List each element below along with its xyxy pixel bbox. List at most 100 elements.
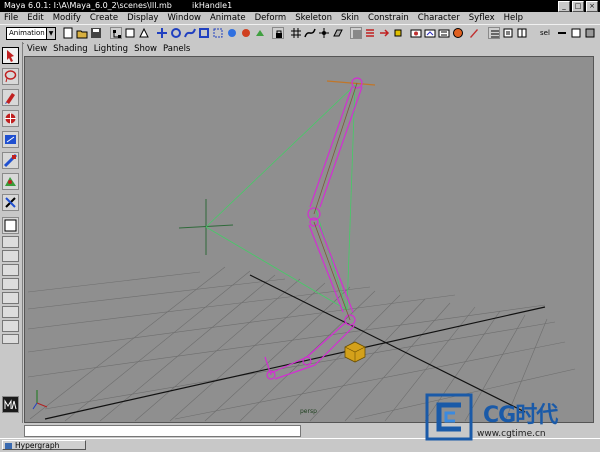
menu-create[interactable]: Create (86, 12, 123, 24)
mask-rendering-icon[interactable] (240, 27, 252, 39)
tool-box (0, 42, 23, 429)
watermark: CG时代 www.cgtime.cn (425, 393, 600, 451)
menu-syflex[interactable]: Syflex (465, 12, 500, 24)
panel-menu-show[interactable]: Show (131, 43, 160, 55)
main-menu-bar: File Edit Modify Create Display Window A… (0, 12, 600, 24)
move-tool-icon[interactable] (2, 110, 19, 127)
layout-hypershade-icon[interactable] (2, 306, 19, 318)
menu-modify[interactable]: Modify (49, 12, 86, 24)
mask-dynamics-icon[interactable] (226, 27, 238, 39)
taskbar-hypergraph-label: Hypergraph (15, 441, 60, 450)
paint-effects-icon[interactable] (468, 27, 480, 39)
layout-more-icon[interactable] (2, 334, 19, 344)
panel-menu-bar: View Shading Lighting Show Panels (24, 43, 600, 55)
menu-character[interactable]: Character (414, 12, 465, 24)
menu-set-selector[interactable]: Animation ▼ (6, 27, 56, 40)
hypershade-icon[interactable] (452, 27, 464, 39)
manipulator-tool-icon[interactable] (2, 173, 19, 190)
menu-help[interactable]: Help (500, 12, 528, 24)
watermark-brand: CG时代 (483, 403, 558, 428)
output-ops-icon[interactable] (378, 27, 390, 39)
maya-logo-icon (2, 396, 19, 413)
chevron-down-icon: ▼ (46, 28, 55, 39)
ik-pole-vector-lines (205, 84, 356, 311)
render-icon[interactable] (410, 27, 422, 39)
rotate-tool-icon[interactable] (2, 131, 19, 148)
menu-set-value: Animation (9, 29, 45, 37)
render-globals-icon[interactable] (438, 27, 450, 39)
select-tool-icon[interactable] (2, 47, 19, 64)
tool-settings-icon[interactable] (502, 27, 514, 39)
attribute-editor-icon[interactable] (488, 27, 500, 39)
mask-joints-icon[interactable] (170, 27, 182, 39)
root-joint-axis (326, 80, 376, 86)
maximize-button[interactable]: □ (572, 1, 584, 12)
lock-selection-icon[interactable] (272, 27, 284, 39)
menu-constrain[interactable]: Constrain (364, 12, 414, 24)
menu-window[interactable]: Window (163, 12, 206, 24)
input-ops-icon[interactable] (364, 27, 376, 39)
layout-persp-graph-icon[interactable] (2, 292, 19, 304)
cg-time-logo-icon (425, 393, 473, 441)
mask-handles-icon[interactable] (156, 27, 168, 39)
menu-animate[interactable]: Animate (206, 12, 251, 24)
perspective-viewport[interactable]: persp (24, 56, 594, 423)
panel-menu-panels[interactable]: Panels (160, 43, 193, 55)
last-tool-used-icon[interactable] (2, 194, 19, 211)
channel-box-icon[interactable] (516, 27, 528, 39)
menu-deform[interactable]: Deform (251, 12, 292, 24)
menu-skeleton[interactable]: Skeleton (291, 12, 337, 24)
taskbar-hypergraph-button[interactable]: Hypergraph (2, 440, 86, 450)
layout-custom-icon[interactable] (2, 320, 19, 332)
open-scene-icon[interactable] (76, 27, 88, 39)
close-button[interactable]: × (586, 1, 598, 12)
camera-name-label: persp (300, 408, 317, 415)
snap-grid-icon[interactable] (290, 27, 302, 39)
mask-deformers-icon[interactable] (212, 27, 224, 39)
mask-surfaces-icon[interactable] (198, 27, 210, 39)
menu-file[interactable]: File (0, 12, 23, 24)
select-component-icon[interactable] (138, 27, 150, 39)
select-by-name-icon[interactable] (556, 27, 568, 39)
lasso-tool-icon[interactable] (2, 68, 19, 85)
axis-indicator (32, 390, 48, 410)
menu-skin[interactable]: Skin (337, 12, 364, 24)
construction-history-icon[interactable] (392, 27, 404, 39)
select-hierarchy-icon[interactable] (110, 27, 122, 39)
window-title: Maya 6.0.1: I:\A\Maya_6.0_2\scenes\lll.m… (4, 1, 172, 10)
selected-object-title: ikHandle1 (192, 1, 233, 10)
snap-curve-icon[interactable] (304, 27, 316, 39)
foot-control-cube (344, 341, 366, 363)
layout-single-pane-icon[interactable] (2, 217, 19, 234)
menu-edit[interactable]: Edit (23, 12, 48, 24)
history-icon[interactable] (350, 27, 362, 39)
panel-menu-view[interactable]: View (24, 43, 50, 55)
new-scene-icon[interactable] (62, 27, 74, 39)
hypergraph-icon (5, 443, 12, 449)
scale-tool-icon[interactable] (2, 152, 19, 169)
layout-side-by-side-icon[interactable] (2, 250, 19, 262)
panel-menu-shading[interactable]: Shading (50, 43, 91, 55)
status-line: Animation ▼ sel (0, 24, 600, 44)
leg-skeleton (264, 77, 363, 380)
layout-stacked-icon[interactable] (2, 264, 19, 276)
select-object-icon[interactable] (124, 27, 136, 39)
quick-rename-icon[interactable] (570, 27, 582, 39)
layout-four-panes-icon[interactable] (2, 236, 19, 248)
select-field-label: sel (540, 29, 550, 37)
panel-menu-lighting[interactable]: Lighting (91, 43, 131, 55)
title-bar: Maya 6.0.1: I:\A\Maya_6.0_2\scenes\lll.m… (0, 0, 600, 12)
menu-display[interactable]: Display (123, 12, 163, 24)
snap-point-icon[interactable] (318, 27, 330, 39)
ipr-render-icon[interactable] (424, 27, 436, 39)
layout-persp-outliner-icon[interactable] (2, 278, 19, 290)
sidebar-toggle-icon[interactable] (584, 27, 596, 39)
mask-curves-icon[interactable] (184, 27, 196, 39)
save-scene-icon[interactable] (90, 27, 102, 39)
viewport-scene (27, 77, 576, 422)
paint-select-tool-icon[interactable] (2, 89, 19, 106)
snap-view-plane-icon[interactable] (332, 27, 344, 39)
minimize-button[interactable]: _ (558, 1, 570, 12)
z-axis-line (249, 274, 526, 413)
mask-misc-icon[interactable] (254, 27, 266, 39)
